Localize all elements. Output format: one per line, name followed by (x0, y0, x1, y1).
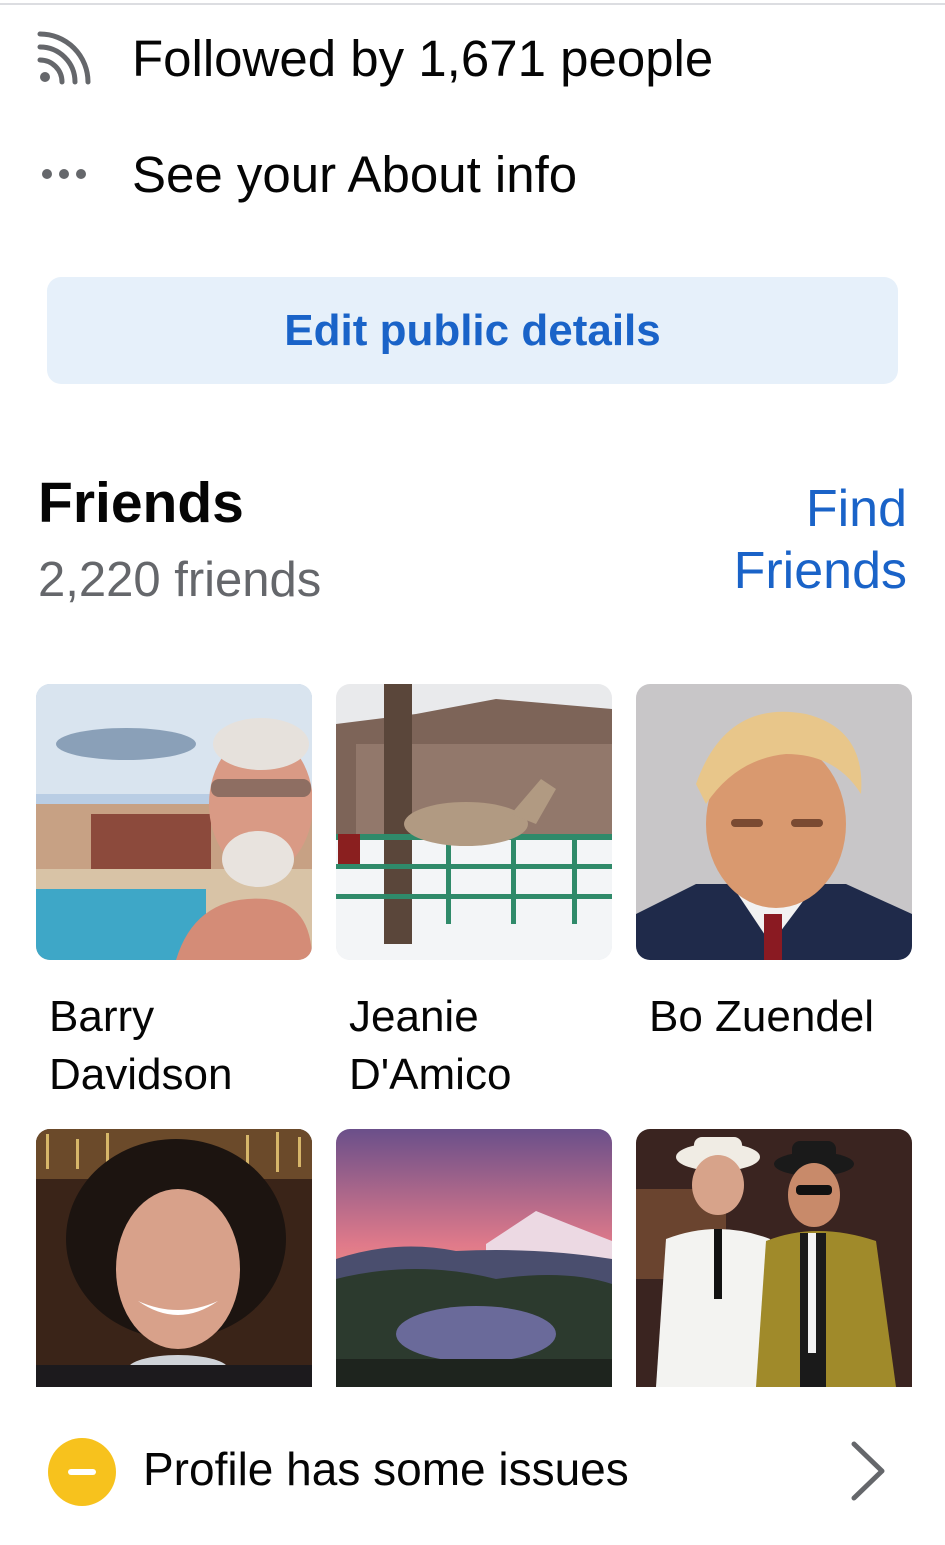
about-info-row[interactable]: See your About info (0, 134, 945, 214)
profile-issues-text: Profile has some issues (143, 1443, 629, 1495)
about-info-text: See your About info (132, 145, 578, 203)
followers-text: Followed by 1,671 people (132, 29, 714, 87)
find-friends-link[interactable]: Find Friends (647, 478, 907, 602)
followers-row[interactable]: Followed by 1,671 people (0, 18, 945, 98)
profile-issues-row[interactable]: Profile has some issues (0, 1420, 945, 1520)
friend-photo-bo-zuendel[interactable] (636, 684, 912, 960)
more-dots-icon (34, 144, 94, 204)
chevron-right-icon[interactable] (846, 1438, 890, 1504)
top-divider (0, 3, 945, 5)
friend-photo-5[interactable] (336, 1129, 612, 1387)
friend-name[interactable]: Jeanie D'Amico (349, 988, 625, 1104)
friends-count: 2,220 friends (38, 553, 322, 607)
rss-feed-icon (34, 28, 94, 88)
friend-name[interactable]: Bo Zuendel (649, 988, 925, 1046)
friend-photo-jeanie-damico[interactable] (336, 684, 612, 960)
friend-photo-6[interactable] (636, 1129, 912, 1387)
friend-photo-barry-davidson[interactable] (36, 684, 312, 960)
friends-title: Friends (38, 471, 244, 535)
minus-circle-icon (48, 1438, 116, 1506)
edit-public-details-button[interactable]: Edit public details (47, 277, 898, 384)
friend-name[interactable]: Barry Davidson (49, 988, 325, 1104)
friend-photo-4[interactable] (36, 1129, 312, 1387)
